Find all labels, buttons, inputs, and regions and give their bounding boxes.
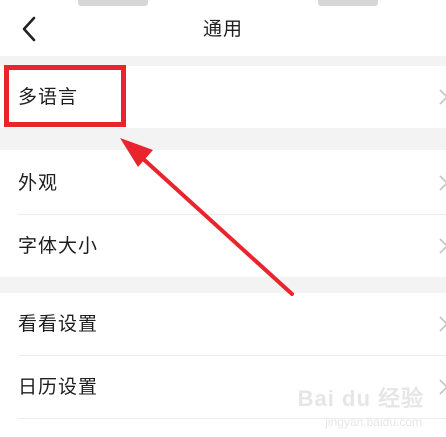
section-gap	[0, 56, 446, 66]
chevron-right-icon	[439, 238, 446, 254]
section-gap	[0, 128, 446, 150]
section-gap	[0, 277, 446, 293]
settings-row-label: 字体大小	[18, 235, 99, 257]
settings-row-label: 多语言	[18, 86, 79, 108]
settings-row-kankan[interactable]: 看看设置	[0, 293, 446, 355]
chevron-right-icon	[439, 379, 446, 395]
chevron-right-icon	[439, 175, 446, 191]
settings-row-calendar[interactable]: 日历设置	[0, 356, 446, 418]
settings-row-label: 看看设置	[18, 313, 99, 335]
chevron-right-icon	[439, 89, 446, 105]
chevron-right-icon	[439, 316, 446, 332]
settings-row-label: 日历设置	[18, 376, 99, 398]
navigation-bar: 通用	[0, 0, 446, 56]
status-bar-remnant	[318, 0, 378, 6]
settings-row-language[interactable]: 多语言	[0, 66, 446, 128]
page-title: 通用	[202, 18, 243, 40]
settings-row-font-size[interactable]: 字体大小	[0, 215, 446, 277]
settings-row-appearance[interactable]: 外观	[0, 152, 446, 214]
divider	[18, 418, 446, 419]
status-bar-remnant	[78, 0, 148, 6]
settings-row-label: 外观	[18, 172, 59, 194]
